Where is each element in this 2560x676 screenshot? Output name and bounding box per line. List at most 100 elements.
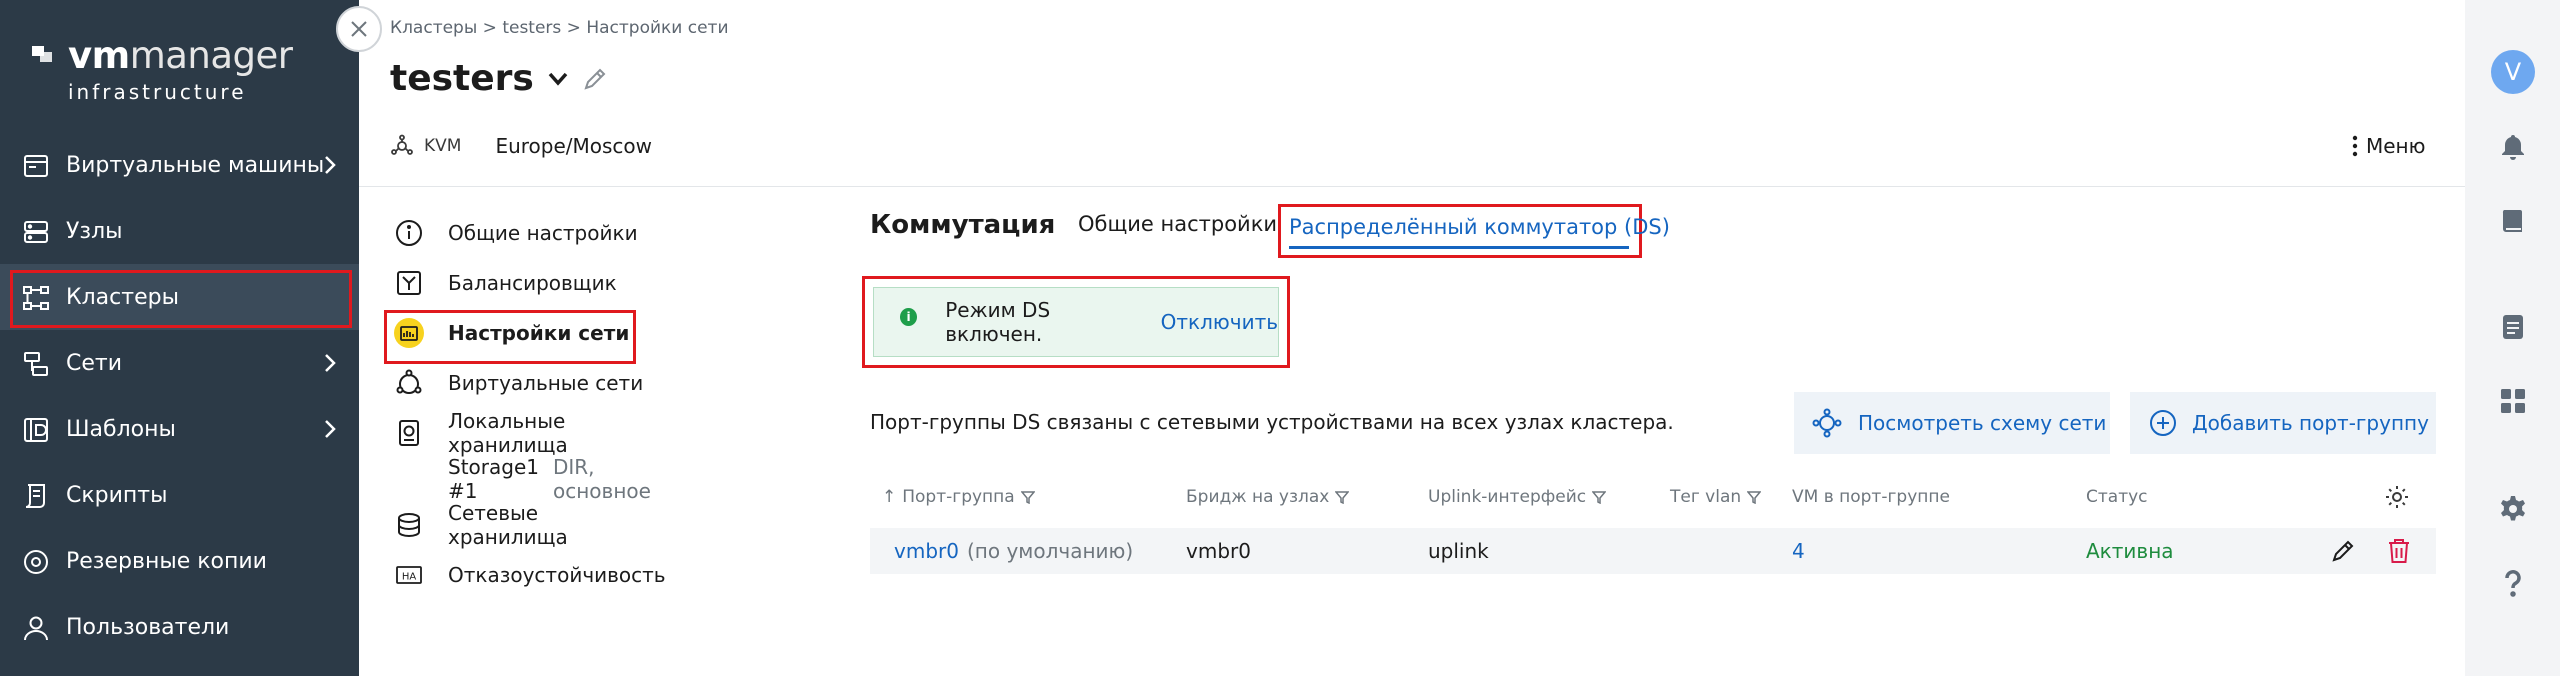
pencil-icon[interactable] (582, 66, 608, 92)
add-port-group-button[interactable]: Добавить порт-группу (2130, 392, 2436, 454)
view-network-schema-label: Посмотреть схему сети (1858, 411, 2107, 435)
sidebar-item-templates[interactable]: Шаблоны (0, 396, 359, 462)
column-header-label: Статус (2086, 487, 2148, 507)
table-header: ↑ Порт-группа Бридж на узлах Uplink-инте… (870, 482, 2436, 522)
svg-text:HA: HA (402, 572, 417, 583)
cell-vm-count[interactable]: 4 (1792, 528, 1805, 574)
network-settings-icon (394, 318, 424, 348)
chevron-down-icon[interactable] (548, 72, 568, 86)
edit-pencil-icon[interactable] (2330, 538, 2356, 564)
vm-icon (24, 155, 48, 177)
cell-uplink: uplink (1428, 539, 1489, 563)
bell-icon[interactable] (2498, 132, 2528, 162)
book-icon[interactable] (2498, 206, 2528, 236)
tab-general-settings[interactable]: Общие настройки (1078, 212, 1277, 236)
menu-button[interactable]: Меню (2352, 134, 2425, 158)
document-icon[interactable] (2498, 312, 2528, 342)
subnav-virtual-networks[interactable]: Виртуальные сети (390, 358, 650, 408)
sidebar-item-label: Скрипты (66, 482, 168, 508)
table-row[interactable]: vmbr0 (по умолчанию) vmbr0 uplink 4 Акти… (870, 528, 2436, 574)
template-icon (24, 418, 48, 442)
port-group-link[interactable]: vmbr0 (894, 539, 959, 563)
menu-button-label: Меню (2366, 134, 2426, 158)
ds-status-alert: i Режим DS включен. Отключить (873, 287, 1279, 357)
subnav-label: Виртуальные сети (448, 371, 644, 395)
ha-icon: HA (396, 566, 422, 584)
subnav-local-storage[interactable]: Локальные хранилища (390, 408, 650, 458)
default-note: (по умолчанию) (966, 539, 1134, 563)
filter-icon[interactable] (1335, 490, 1350, 504)
gear-icon[interactable] (2384, 484, 2410, 510)
cluster-subnav: Общие настройки Балансировщик Настройки … (384, 208, 666, 600)
add-port-group-label: Добавить порт-группу (2192, 411, 2429, 435)
storage-name: Storage1 #1 (448, 455, 539, 503)
subnav-network-settings[interactable]: Настройки сети (384, 308, 650, 364)
subnav-high-availability[interactable]: HA Отказоустойчивость (390, 550, 666, 600)
sidebar-item-label: Сети (66, 350, 123, 376)
disable-ds-link[interactable]: Отключить (1161, 310, 1278, 334)
cluster-icon (23, 286, 49, 310)
column-header-vlan[interactable]: Тег vlan (1670, 482, 1762, 512)
script-icon (25, 484, 45, 508)
column-header-vm-count[interactable]: VM в порт-группе (1792, 482, 1950, 512)
info-icon (396, 220, 422, 246)
column-header-status[interactable]: Статус (2086, 482, 2148, 512)
sidebar-item-label: Шаблоны (66, 416, 176, 442)
tab-distributed-switch[interactable]: Распределённый коммутатор (DS) (1278, 204, 1670, 258)
logo[interactable]: vmmanager infrastructure (32, 34, 302, 104)
view-network-schema-button[interactable]: Посмотреть схему сети (1794, 392, 2110, 454)
settings-gear-icon[interactable] (2498, 494, 2528, 524)
subnav-storage-child[interactable]: Storage1 #1 DIR, основное (390, 455, 651, 503)
sidebar-item-networks[interactable]: Сети (0, 330, 359, 396)
page-title: testers (390, 58, 534, 99)
column-header-uplink[interactable]: Uplink-интерфейс (1428, 482, 1607, 512)
network-storage-icon (398, 513, 420, 537)
column-header-label: Тег vlan (1670, 487, 1742, 507)
column-header-label: VM в порт-группе (1792, 487, 1950, 507)
chevron-right-icon (325, 354, 336, 372)
sidebar-item-nodes[interactable]: Узлы (0, 198, 359, 264)
help-question-icon[interactable] (2498, 568, 2528, 598)
subnav-label: Отказоустойчивость (448, 563, 666, 587)
subnav-label: Общие настройки (448, 221, 638, 245)
sidebar-item-users[interactable]: Пользователи (0, 594, 359, 660)
alert-text: Режим DS включен. (945, 298, 1051, 346)
virtual-network-icon (396, 369, 422, 394)
column-header-bridge[interactable]: Бридж на узлах (1186, 482, 1350, 512)
column-header-port-group[interactable]: ↑ Порт-группа (882, 482, 1035, 512)
ds-description: Порт-группы DS связаны с сетевыми устрой… (870, 410, 1674, 434)
tab-distributed-switch-label: Распределённый коммутатор (DS) (1289, 215, 1670, 239)
balancer-icon (397, 271, 421, 295)
sidebar-nav: Виртуальные машины Узлы Кластеры Сети Ша… (0, 132, 359, 660)
sidebar-item-clusters[interactable]: Кластеры (0, 264, 359, 330)
filter-icon[interactable] (1747, 490, 1762, 504)
sidebar-item-label: Виртуальные машины (66, 152, 325, 178)
subnav-label: Настройки сети (448, 321, 630, 345)
breadcrumb: Кластеры > testers > Настройки сети (390, 18, 729, 38)
close-panel-button[interactable] (336, 6, 382, 52)
filter-icon[interactable] (1592, 490, 1607, 504)
header-divider (359, 186, 2465, 187)
info-icon: i (900, 308, 918, 326)
logo-subtitle: infrastructure (68, 80, 247, 104)
cluster-meta: KVM Europe/Moscow (390, 134, 652, 158)
sidebar-item-backups[interactable]: Резервные копии (0, 528, 359, 594)
right-rail: V (2465, 0, 2560, 676)
sidebar: vmmanager infrastructure Виртуальные маш… (0, 0, 359, 676)
trash-icon[interactable] (2386, 537, 2412, 565)
sort-asc-icon: ↑ (882, 487, 897, 507)
column-header-label: Uplink-интерфейс (1428, 487, 1587, 507)
subnav-network-storage[interactable]: Сетевые хранилища (390, 500, 650, 550)
cell-bridge: vmbr0 (1186, 539, 1251, 563)
sidebar-item-scripts[interactable]: Скрипты (0, 462, 359, 528)
subnav-general-settings[interactable]: Общие настройки (390, 208, 650, 258)
sidebar-item-vms[interactable]: Виртуальные машины (0, 132, 359, 198)
dashboard-grid-icon[interactable] (2498, 386, 2528, 416)
user-icon (24, 616, 48, 641)
kebab-icon (2352, 135, 2358, 157)
subnav-balancer[interactable]: Балансировщик (390, 258, 650, 308)
subnav-label: Балансировщик (448, 271, 617, 295)
sidebar-item-label: Резервные копии (66, 548, 267, 574)
user-avatar[interactable]: V (2491, 50, 2535, 94)
filter-icon[interactable] (1020, 490, 1035, 504)
